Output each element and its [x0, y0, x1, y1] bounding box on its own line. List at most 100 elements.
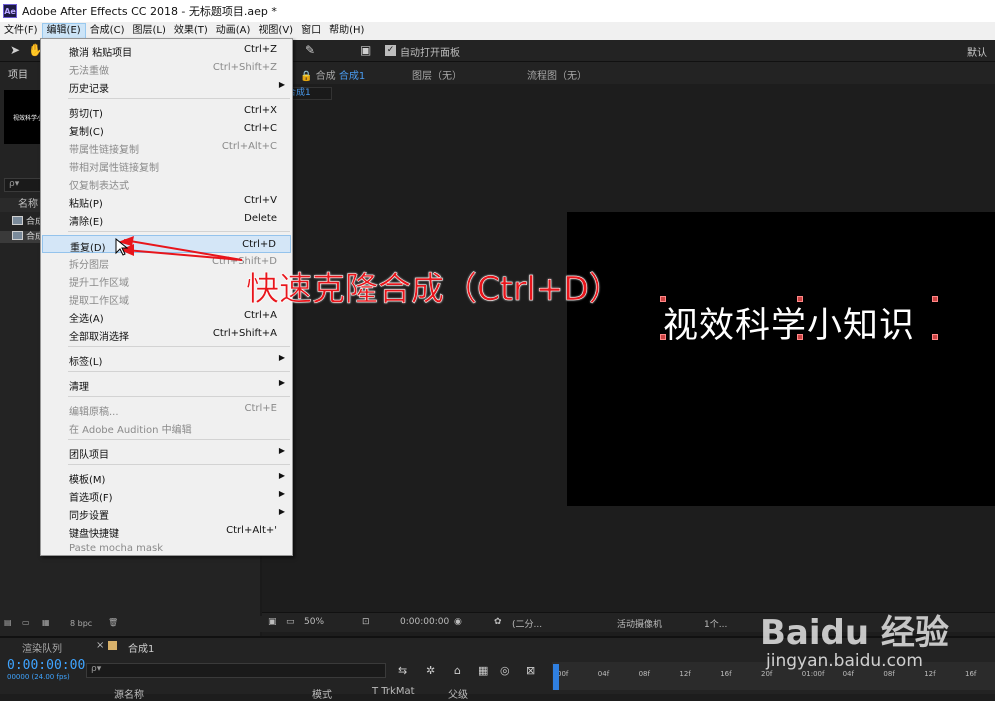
folder-icon[interactable]: ▭ — [22, 618, 30, 627]
camera-snapshot-icon[interactable]: ◉ — [454, 617, 462, 627]
submenu-arrow-icon: ▶ — [278, 446, 285, 455]
draft-3d-icon[interactable]: ✲ — [426, 664, 435, 677]
selection-handle[interactable] — [932, 296, 938, 302]
menu-item[interactable]: 在 Adobe Audition 中编辑 — [42, 418, 291, 436]
pin-tool-icon[interactable]: ✎ — [305, 43, 315, 57]
auto-open-label: 自动打开面板 — [400, 48, 460, 59]
menu-item-shortcut: Ctrl+V — [243, 195, 277, 206]
menu-edit[interactable]: 编辑(E) — [41, 23, 86, 39]
menu-item-label: 同步设置 — [69, 511, 109, 522]
timeline-comp-tab[interactable]: 合成1 — [128, 640, 154, 655]
menu-layer[interactable]: 图层(L) — [128, 23, 169, 39]
timeline-timecode[interactable]: 0:00:00:00 — [7, 658, 85, 673]
menu-item-shortcut: Ctrl+X — [243, 105, 277, 116]
selection-handle[interactable] — [660, 296, 666, 302]
menu-item-shortcut: Ctrl+C — [243, 123, 277, 134]
menu-item[interactable]: 仅复制表达式 — [42, 174, 291, 192]
tab-composition[interactable]: 🔒 合成 合成1 — [300, 67, 365, 82]
menu-item-shortcut: Ctrl+Shift+Z — [212, 62, 277, 73]
selection-handle[interactable] — [797, 296, 803, 302]
menu-item-label: 撤消 粘贴项目 — [69, 48, 133, 59]
close-icon[interactable]: × — [96, 640, 104, 651]
composition-canvas[interactable] — [567, 212, 995, 506]
menu-item-label: 无法重做 — [69, 66, 109, 77]
menu-item[interactable]: 粘贴(P) Ctrl+V — [42, 192, 291, 210]
menu-item[interactable]: 编辑原稿... Ctrl+E — [42, 400, 291, 418]
menu-item[interactable]: 同步设置 ▶ — [42, 504, 291, 522]
zoom-select[interactable]: 50% — [304, 617, 324, 627]
ruler-tick-label: 04f — [597, 670, 610, 678]
bpc-label[interactable]: 8 bpc — [70, 619, 92, 628]
menu-item[interactable]: 清除(E) Delete — [42, 210, 291, 228]
resolution-select[interactable]: (二分... — [512, 617, 542, 630]
menu-item-shortcut: Ctrl+E — [244, 403, 278, 414]
menu-item[interactable]: 模板(M) ▶ — [42, 468, 291, 486]
graph-editor-icon[interactable]: ⊠ — [526, 664, 535, 677]
selection-handle[interactable] — [797, 334, 803, 340]
canvas-text-layer[interactable]: 视效科学小知识 — [663, 297, 915, 348]
menu-help[interactable]: 帮助(H) — [325, 23, 368, 39]
composition-tabs: 🔒 合成 合成1 图层（无） 流程图（无） — [262, 62, 995, 84]
annotation-arrow — [118, 236, 243, 261]
timeline-search-input[interactable]: ρ▾ — [86, 663, 386, 678]
menu-item[interactable]: 带属性链接复制 Ctrl+Alt+C — [42, 138, 291, 156]
comp-color-icon — [108, 641, 117, 650]
menu-view[interactable]: 视图(V) — [254, 23, 297, 39]
menu-item-label: 模板(M) — [69, 475, 106, 486]
monitor-icon[interactable]: ▭ — [286, 617, 295, 627]
fit-icon[interactable]: ⊡ — [362, 617, 370, 627]
menu-item[interactable]: Paste mocha mask — [42, 540, 291, 558]
menu-item[interactable]: 首选项(F) ▶ — [42, 486, 291, 504]
playhead[interactable] — [553, 664, 559, 690]
frame-blend-icon[interactable]: ▦ — [478, 664, 488, 677]
menu-item[interactable]: 清理 ▶ — [42, 375, 291, 393]
menu-item[interactable]: 标签(L) ▶ — [42, 350, 291, 368]
menu-animation[interactable]: 动画(A) — [212, 23, 255, 39]
active-camera-select[interactable]: 活动摄像机 — [617, 617, 662, 630]
selection-handle[interactable] — [932, 334, 938, 340]
tab-flowchart[interactable]: 流程图（无） — [527, 67, 587, 82]
menu-item[interactable]: 键盘快捷键 Ctrl+Alt+' — [42, 522, 291, 540]
project-tab[interactable]: 项目 — [8, 66, 28, 81]
selection-handle[interactable] — [660, 334, 666, 340]
menu-item-label: 仅复制表达式 — [69, 181, 129, 192]
menu-item[interactable]: 复制(C) Ctrl+C — [42, 120, 291, 138]
new-comp-icon[interactable]: ▦ — [42, 618, 50, 627]
color-channels-icon[interactable]: ✿ — [494, 617, 502, 627]
menu-item-label: 清除(E) — [69, 217, 104, 228]
new-folder-icon[interactable]: ▤ — [4, 618, 12, 627]
auto-open-checkbox[interactable]: ✓ — [385, 45, 396, 56]
preview-icon[interactable]: ▣ — [268, 617, 277, 627]
menu-item[interactable]: 撤消 粘贴项目 Ctrl+Z — [42, 41, 291, 59]
comp-mini-flowchart-icon[interactable]: ⇆ — [398, 664, 407, 677]
menu-item-label: Paste mocha mask — [69, 543, 164, 554]
views-select[interactable]: 1个... — [704, 617, 727, 630]
menu-item-label: 标签(L) — [69, 357, 103, 368]
menu-item[interactable]: 历史记录 ▶ — [42, 77, 291, 95]
menu-effect[interactable]: 效果(T) — [170, 23, 212, 39]
ruler-tick-label: 12f — [679, 670, 691, 678]
menu-window[interactable]: 窗口 — [297, 23, 325, 39]
selection-tool-icon[interactable]: ➤ — [10, 43, 20, 57]
menu-item[interactable]: 全部取消选择 Ctrl+Shift+A — [42, 325, 291, 343]
shy-icon[interactable]: ⌂ — [454, 664, 461, 677]
viewer-timecode[interactable]: 0:00:00:00 — [400, 617, 449, 627]
menu-item[interactable]: 无法重做 Ctrl+Shift+Z — [42, 59, 291, 77]
motion-blur-icon[interactable]: ◎ — [500, 664, 510, 677]
trash-icon[interactable]: 🗑 — [108, 618, 118, 627]
menu-item-label: 带属性链接复制 — [69, 145, 139, 156]
snap-icon[interactable]: ▣ — [360, 43, 371, 57]
menu-item[interactable]: 团队项目 ▶ — [42, 443, 291, 461]
render-queue-tab[interactable]: 渲染队列 — [22, 640, 62, 655]
workspace-default[interactable]: 默认 — [967, 44, 987, 59]
menu-item-label: 全部取消选择 — [69, 332, 129, 343]
watermark-url: jingyan.baidu.com — [766, 651, 923, 671]
lock-icon: 🔒 — [300, 71, 313, 82]
tab-layer[interactable]: 图层（无） — [412, 67, 462, 82]
menu-item-label: 剪切(T) — [69, 109, 103, 120]
menu-item[interactable]: 剪切(T) Ctrl+X — [42, 102, 291, 120]
menu-item[interactable]: 带相对属性链接复制 — [42, 156, 291, 174]
menu-file[interactable]: 文件(F) — [0, 23, 42, 39]
menu-composition[interactable]: 合成(C) — [86, 23, 129, 39]
project-search-input[interactable]: ρ▾ — [4, 178, 44, 192]
